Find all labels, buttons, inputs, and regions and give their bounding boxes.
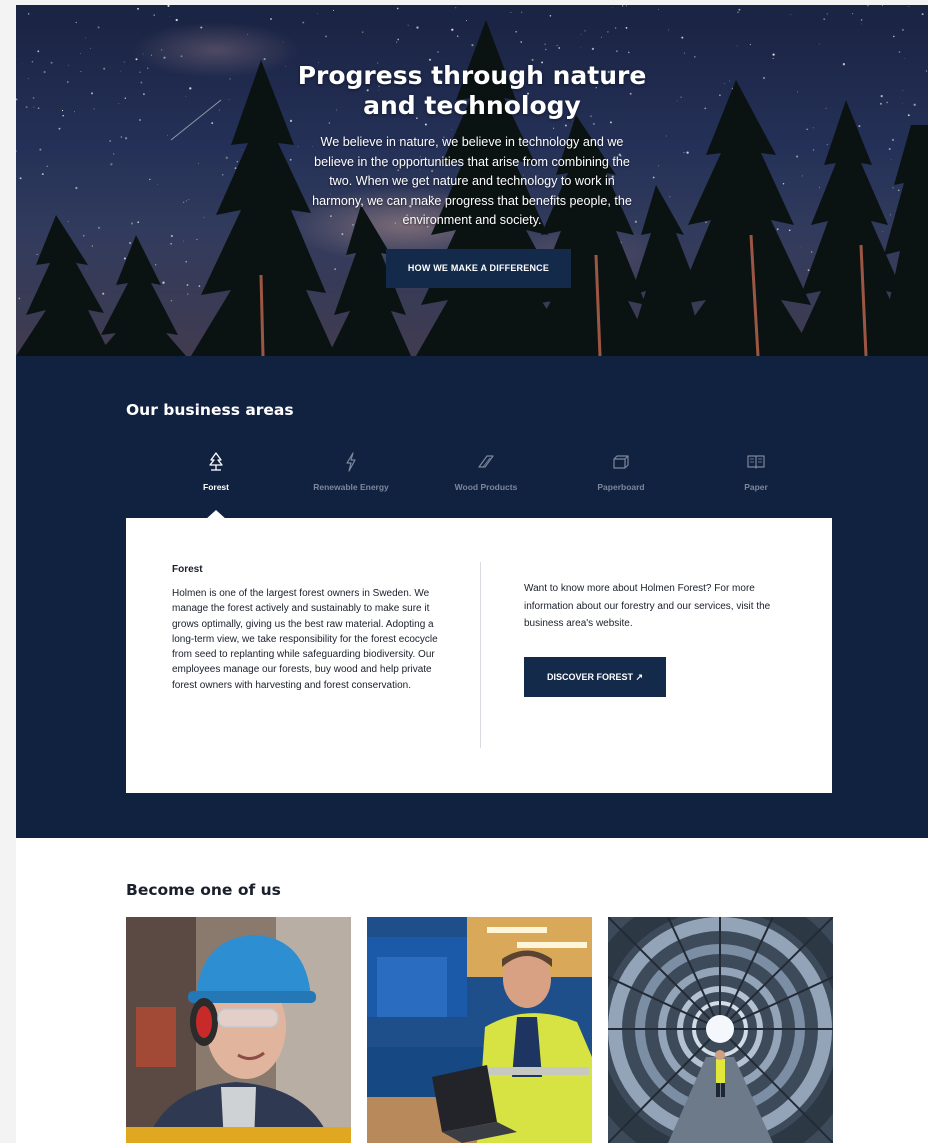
lightning-icon [346, 452, 356, 472]
tab-wood-products-label: Wood Products [454, 482, 518, 492]
tab-forest[interactable]: Forest [156, 452, 276, 492]
tab-forest-label: Forest [203, 482, 229, 492]
panel-description: Holmen is one of the largest forest owne… [172, 588, 438, 691]
tab-wood-products[interactable]: Wood Products [426, 452, 546, 492]
tab-renewable-energy-label: Renewable Energy [313, 482, 389, 492]
tab-paperboard-label: Paperboard [597, 482, 645, 492]
how-we-make-a-difference-button[interactable]: HOW WE MAKE A DIFFERENCE [386, 249, 571, 288]
panel-title: Forest [172, 564, 203, 575]
box-icon [613, 455, 629, 469]
career-card-2[interactable] [367, 917, 592, 1143]
hero-title: Progress through nature and technology [297, 61, 647, 120]
tab-renewable-energy[interactable]: Renewable Energy [291, 452, 411, 492]
worker-with-helmet-photo [126, 917, 351, 1143]
discover-forest-button[interactable]: DISCOVER FOREST ↗ [524, 657, 666, 697]
panel-divider [480, 562, 481, 748]
career-card-1[interactable] [126, 917, 351, 1143]
become-one-of-us-heading: Become one of us [126, 881, 281, 899]
business-areas-section: Our business areas Forest Renewable Ener… [16, 356, 928, 838]
business-area-tabs: Forest Renewable Energy Wood Products Pa… [156, 452, 816, 512]
tab-paperboard[interactable]: Paperboard [561, 452, 681, 492]
book-icon [747, 455, 765, 469]
business-areas-heading: Our business areas [126, 401, 294, 419]
tab-paper[interactable]: Paper [696, 452, 816, 492]
tab-paper-label: Paper [744, 482, 768, 492]
wood-plank-icon [478, 455, 494, 468]
page: Progress through nature and technology W… [16, 5, 928, 1143]
business-area-panel: Forest Holmen is one of the largest fore… [126, 518, 832, 793]
hero-description: We believe in nature, we believe in tech… [312, 135, 632, 227]
hero-section: Progress through nature and technology W… [16, 5, 928, 356]
worker-at-laptop-photo [367, 917, 592, 1143]
career-card-3[interactable] [608, 917, 833, 1143]
tree-icon [209, 452, 223, 471]
industrial-tunnel-photo [608, 917, 833, 1143]
panel-more-info-text: Want to know more about Holmen Forest? F… [524, 583, 771, 629]
